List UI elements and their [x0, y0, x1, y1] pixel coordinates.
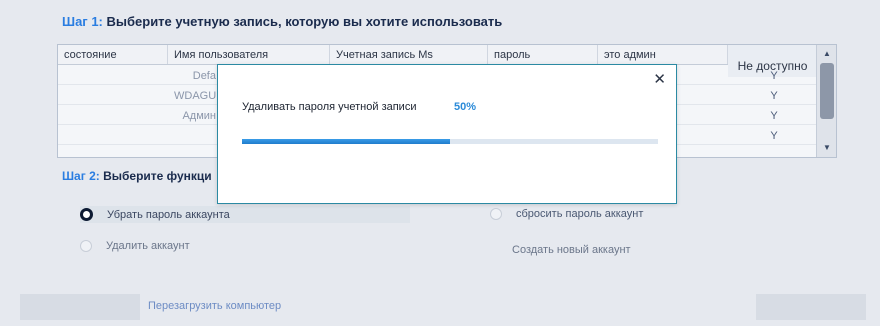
- row-status: [58, 105, 168, 124]
- row-unavailable: Y: [770, 70, 778, 82]
- step2-title: Шаг 2: Выберите функци: [62, 169, 212, 183]
- option-create-account[interactable]: Создать новый аккаунт: [512, 244, 631, 256]
- option-delete-account[interactable]: Удалить аккаунт: [80, 240, 190, 252]
- column-header-username[interactable]: Имя пользователя: [168, 45, 330, 64]
- radio-icon[interactable]: [80, 240, 92, 252]
- step1-text: Выберите учетную запись, которую вы хоти…: [102, 14, 503, 29]
- table-header: состояние Имя пользователя Учетная запис…: [58, 45, 818, 65]
- radio-selected-icon[interactable]: [80, 208, 93, 221]
- column-header-is-admin[interactable]: это админ: [598, 45, 728, 64]
- row-username: Defa: [192, 70, 216, 82]
- option-remove-password-label: Убрать пароль аккаунта: [107, 208, 230, 221]
- step1-title: Шаг 1: Выберите учетную запись, которую …: [62, 14, 502, 29]
- column-header-status[interactable]: состояние: [58, 45, 168, 64]
- option-delete-account-label: Удалить аккаунт: [106, 240, 190, 252]
- progress-bar: [242, 139, 658, 144]
- progress-message: Удаливать пароля учетной записи: [242, 101, 417, 113]
- option-reset-password[interactable]: сбросить пароль аккаунт: [490, 208, 643, 220]
- row-username: [168, 125, 220, 144]
- step1-prefix: Шаг 1:: [62, 14, 103, 29]
- column-header-ms-account[interactable]: Учетная запись Ms: [330, 45, 488, 64]
- close-icon[interactable]: ✕: [653, 70, 666, 88]
- scroll-up-icon[interactable]: ▲: [821, 49, 833, 59]
- progress-bar-fill: [242, 139, 450, 144]
- reboot-checkbox-label[interactable]: Перезагрузить компьютер: [148, 300, 281, 312]
- step2-prefix: Шаг 2:: [62, 169, 100, 183]
- scroll-thumb[interactable]: [820, 63, 834, 119]
- row-unavailable: Y: [770, 110, 778, 122]
- row-username: WDAGU: [174, 90, 217, 102]
- row-status: [58, 65, 168, 84]
- progress-dialog: ✕ Удаливать пароля учетной записи 50%: [217, 64, 677, 204]
- option-reset-password-label: сбросить пароль аккаунт: [516, 208, 644, 220]
- scroll-down-icon[interactable]: ▼: [821, 143, 833, 153]
- column-header-password[interactable]: пароль: [488, 45, 598, 64]
- option-create-account-label: Создать новый аккаунт: [512, 244, 631, 256]
- row-unavailable: Y: [770, 130, 778, 142]
- step2-text: Выберите функци: [99, 169, 212, 183]
- row-status: [58, 85, 168, 104]
- footer-left-button[interactable]: [20, 294, 140, 320]
- row-unavailable: Y: [770, 90, 778, 102]
- progress-percent: 50%: [454, 101, 477, 113]
- option-remove-password[interactable]: Убрать пароль аккаунта: [80, 206, 410, 223]
- row-username: Админ: [182, 110, 216, 122]
- radio-icon[interactable]: [490, 208, 502, 220]
- row-status: [58, 125, 168, 144]
- footer-right-button[interactable]: [756, 294, 866, 320]
- table-scrollbar[interactable]: ▲ ▼: [816, 45, 836, 157]
